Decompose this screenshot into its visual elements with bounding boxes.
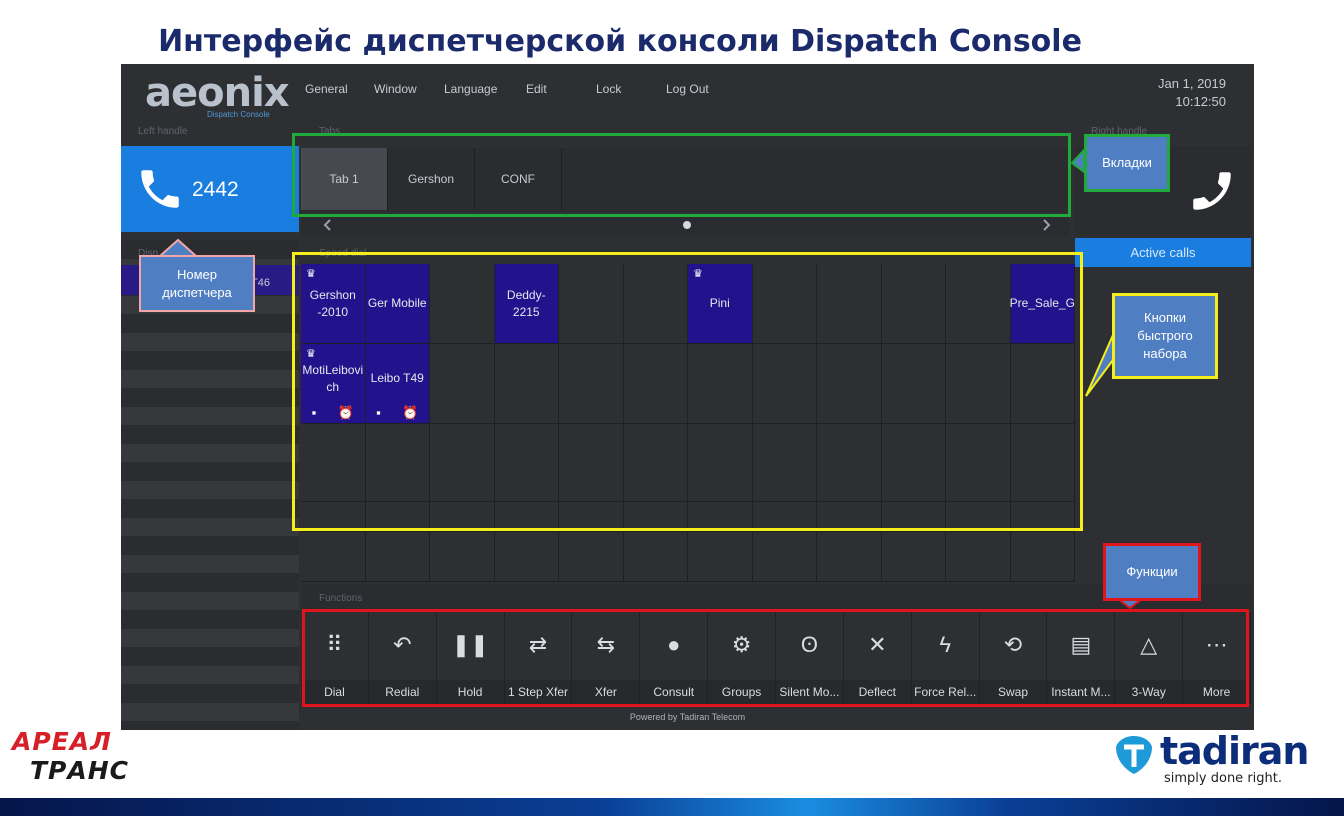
slide-footer-band — [0, 798, 1344, 816]
dispatcher-callout-pointer — [157, 238, 199, 257]
tabs-callout: Вкладки — [1084, 134, 1170, 192]
tadiran-tagline: simply done right. — [1164, 771, 1282, 786]
callout-pointers — [157, 147, 1145, 610]
speed-dial-callout-pointer — [1085, 334, 1114, 397]
tadiran-shield-icon — [1116, 736, 1152, 774]
tabs-callout-pointer — [1070, 147, 1085, 174]
areal-logo-bottom: ТРАНС — [30, 756, 129, 785]
dispatcher-number-callout: Номер диспетчера — [139, 255, 255, 312]
tadiran-logo: tadiran — [1160, 729, 1309, 773]
speed-dial-callout: Кнопки быстрого набора — [1112, 293, 1218, 379]
areal-logo-top: АРЕАЛ — [12, 727, 112, 756]
functions-callout: Функции — [1103, 543, 1201, 601]
